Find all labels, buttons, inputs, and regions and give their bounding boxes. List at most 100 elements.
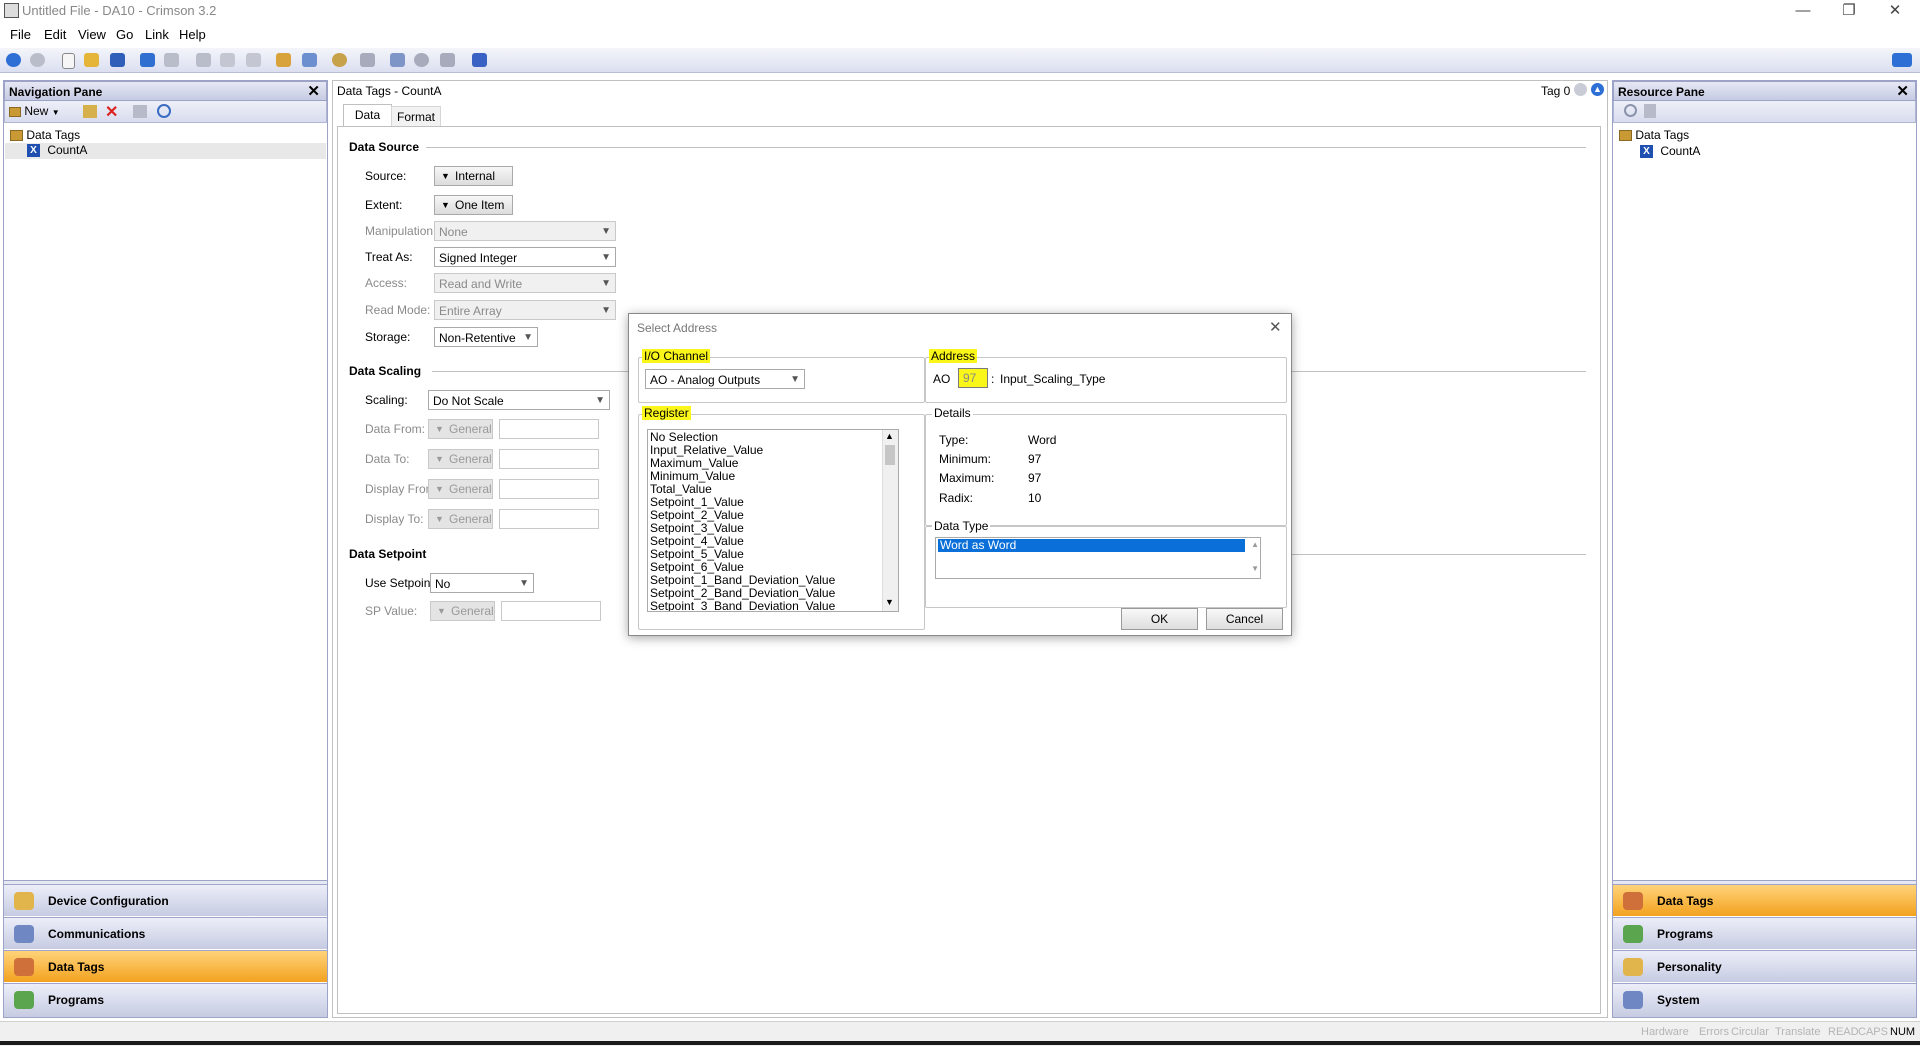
- maximum-label: Maximum:: [939, 471, 995, 485]
- device-config-icon: [14, 892, 34, 910]
- status-num: NUM: [1890, 1026, 1916, 1038]
- scroll-thumb[interactable]: [885, 445, 895, 465]
- new-file-icon[interactable]: [62, 53, 75, 69]
- data-tags-folder-icon: [1619, 130, 1632, 142]
- extent-value: One Item: [455, 198, 505, 212]
- up-arrow-icon[interactable]: ▲: [1591, 83, 1604, 96]
- use-setpoint-select[interactable]: No ▼: [430, 573, 534, 593]
- properties-icon[interactable]: [1644, 104, 1656, 118]
- menu-view[interactable]: View: [78, 27, 106, 42]
- tree-item-label: CountA: [47, 143, 88, 157]
- details-group: [925, 414, 1287, 526]
- scroll-up-icon[interactable]: ▲: [885, 431, 894, 441]
- save-icon[interactable]: [110, 53, 125, 67]
- display-to-value: General: [449, 512, 492, 526]
- send-icon[interactable]: [332, 53, 347, 67]
- scroll-down-icon[interactable]: ▼: [1251, 564, 1259, 573]
- data-to-label: Data To:: [365, 452, 410, 466]
- scaling-select[interactable]: Do Not Scale ▼: [428, 390, 610, 410]
- use-setpoint-value: No: [435, 577, 451, 591]
- nav-communications[interactable]: Communications: [4, 917, 327, 949]
- delete-icon[interactable]: ✕: [105, 102, 118, 122]
- tab-data[interactable]: Data: [343, 104, 392, 127]
- tab-format[interactable]: Format: [391, 106, 441, 127]
- nav-label: Programs: [1657, 927, 1714, 941]
- read-mode-select: Entire Array ▼: [434, 300, 616, 320]
- register-scrollbar[interactable]: ▲ ▼: [882, 430, 898, 611]
- chevron-down-icon: ▼: [441, 200, 450, 210]
- settings-icon[interactable]: [414, 53, 429, 67]
- ok-button[interactable]: OK: [1121, 608, 1198, 630]
- menu-file[interactable]: File: [10, 27, 31, 42]
- link-icon[interactable]: [440, 53, 455, 67]
- register-listbox[interactable]: No Selection Input_Relative_Value Maximu…: [647, 429, 899, 612]
- cancel-button[interactable]: Cancel: [1206, 608, 1283, 630]
- add-folder-icon[interactable]: [83, 105, 97, 118]
- tree-item-counta[interactable]: X CountA: [5, 143, 326, 159]
- tree-item-counta[interactable]: X CountA: [1619, 144, 1700, 160]
- open-icon[interactable]: [84, 53, 99, 67]
- back-icon[interactable]: [6, 53, 21, 67]
- status-read: READ: [1828, 1026, 1859, 1038]
- scroll-down-icon[interactable]: ▼: [885, 597, 894, 607]
- storage-value: Non-Retentive: [439, 331, 516, 345]
- new-button[interactable]: New ▼: [9, 103, 69, 120]
- help-icon[interactable]: [1892, 53, 1912, 67]
- find-icon[interactable]: [1624, 104, 1637, 117]
- list-item-selected[interactable]: Word as Word: [938, 539, 1245, 552]
- compile-icon[interactable]: [276, 53, 291, 67]
- monitor-icon[interactable]: [360, 53, 375, 67]
- resource-personality[interactable]: Personality: [1613, 950, 1916, 982]
- restore-icon[interactable]: ❐: [1826, 0, 1872, 22]
- redo-icon[interactable]: [164, 53, 179, 67]
- address-input[interactable]: 97: [958, 368, 988, 388]
- address-name: Input_Scaling_Type: [1000, 372, 1106, 386]
- undo-icon[interactable]: [140, 53, 155, 67]
- scroll-up-icon[interactable]: ▲: [1251, 540, 1259, 549]
- properties-icon[interactable]: [133, 105, 147, 118]
- taskbar-edge: [0, 1041, 1920, 1045]
- copy-icon[interactable]: [220, 53, 235, 67]
- nav-device-configuration[interactable]: Device Configuration: [4, 884, 327, 916]
- list-item[interactable]: Setpoint_3_Band_Deviation_Value: [650, 600, 835, 612]
- resource-data-tags[interactable]: Data Tags: [1613, 884, 1916, 916]
- menu-edit[interactable]: Edit: [44, 27, 66, 42]
- menu-help[interactable]: Help: [179, 27, 206, 42]
- nav-label: Device Configuration: [48, 894, 169, 908]
- data-type-listbox[interactable]: Word as Word ▲ ▼: [935, 537, 1261, 579]
- close-icon[interactable]: ✕: [307, 82, 320, 102]
- source-dropdown[interactable]: ▼ Internal: [434, 166, 513, 186]
- close-dialog-icon[interactable]: ✕: [1269, 318, 1282, 336]
- close-icon[interactable]: ✕: [1896, 82, 1909, 102]
- resource-programs[interactable]: Programs: [1613, 917, 1916, 949]
- tag-counter: Tag 0: [1541, 84, 1571, 98]
- storage-select[interactable]: Non-Retentive ▼: [434, 327, 538, 347]
- paste-icon[interactable]: [246, 53, 261, 67]
- manipulation-value: None: [439, 225, 468, 239]
- find-icon[interactable]: [157, 104, 171, 118]
- menu-go[interactable]: Go: [116, 27, 133, 42]
- upload-icon[interactable]: [390, 53, 405, 67]
- programs-icon: [1623, 925, 1643, 943]
- io-channel-select[interactable]: AO - Analog Outputs ▼: [645, 369, 805, 389]
- nav-label: Data Tags: [48, 960, 105, 974]
- treat-as-value: Signed Integer: [439, 251, 518, 265]
- nav-label: Personality: [1657, 960, 1722, 974]
- scaling-label: Scaling:: [365, 393, 408, 407]
- translate-icon[interactable]: [302, 53, 317, 67]
- nav-data-tags[interactable]: Data Tags: [4, 950, 327, 982]
- treat-as-select[interactable]: Signed Integer ▼: [434, 247, 616, 267]
- forward-icon[interactable]: [30, 53, 45, 67]
- tree-root[interactable]: Data Tags: [1619, 128, 1700, 144]
- extent-dropdown[interactable]: ▼ One Item: [434, 195, 513, 215]
- tools-icon[interactable]: [472, 53, 487, 67]
- minimize-icon[interactable]: —: [1780, 0, 1826, 22]
- editor-title: Data Tags - CountA: [337, 84, 442, 98]
- cut-icon[interactable]: [196, 53, 211, 67]
- menu-link[interactable]: Link: [145, 27, 169, 42]
- previous-icon[interactable]: [1574, 83, 1587, 96]
- nav-programs[interactable]: Programs: [4, 983, 327, 1017]
- tree-root[interactable]: Data Tags: [10, 128, 80, 144]
- resource-system[interactable]: System: [1613, 983, 1916, 1017]
- close-window-icon[interactable]: ✕: [1872, 0, 1918, 22]
